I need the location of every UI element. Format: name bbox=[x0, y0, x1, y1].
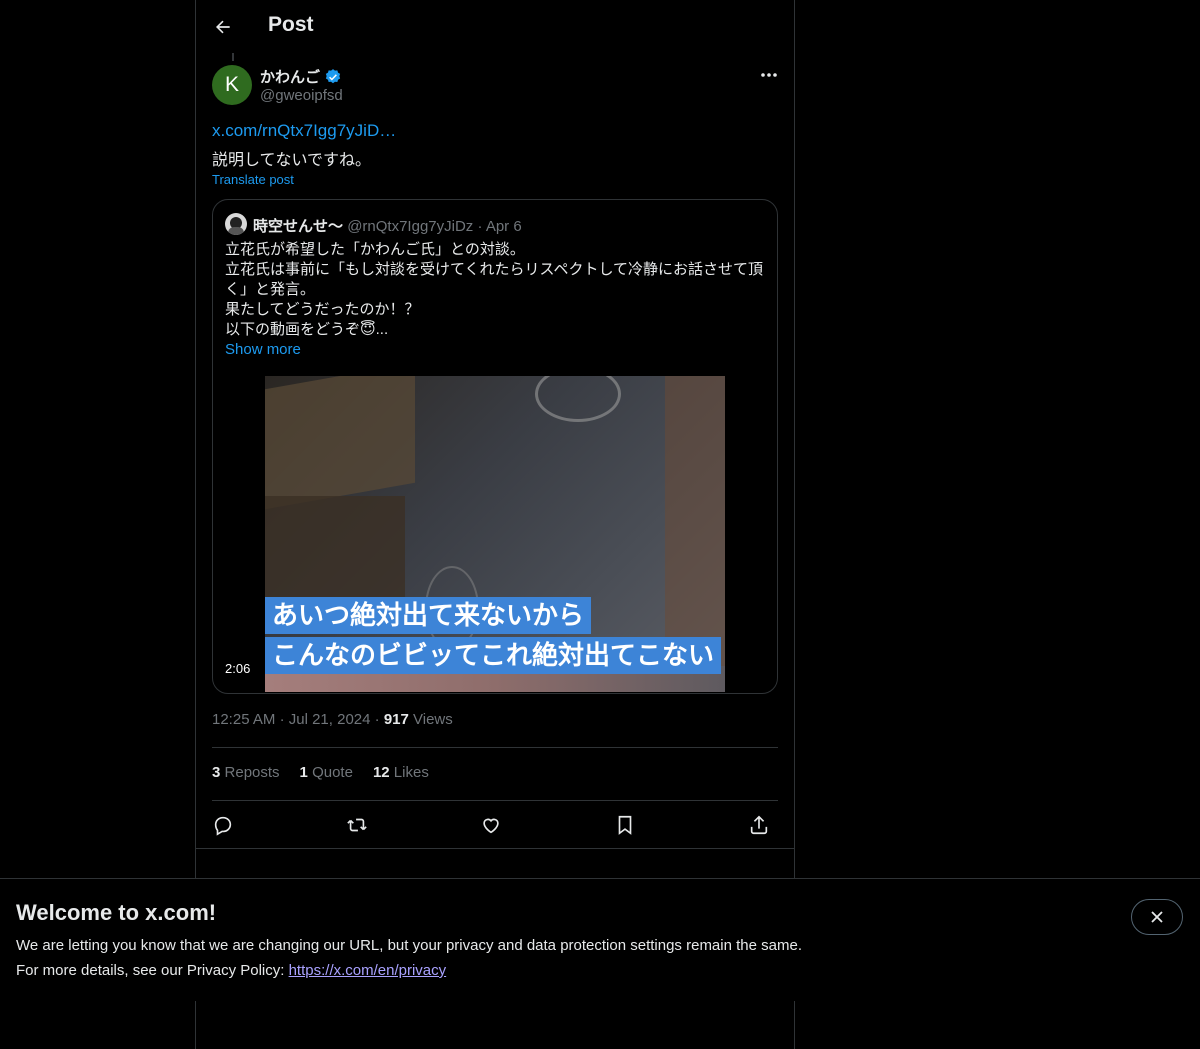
banner-text: We are letting you know that we are chan… bbox=[16, 937, 802, 954]
post-timestamp: 12:25 AM · Jul 21, 2024 · 917 Views bbox=[212, 711, 453, 728]
reposts-stat[interactable]: 3 Reposts bbox=[212, 764, 280, 781]
reply-button[interactable] bbox=[210, 812, 236, 838]
views-count: 917 bbox=[383, 711, 409, 728]
action-bar bbox=[212, 812, 778, 838]
quoted-text-line: 果たしてどうだったのか！？ bbox=[225, 301, 420, 318]
repost-icon bbox=[347, 818, 367, 832]
quoted-post-text: 立花氏が希望した「かわんご氏」との対談。 立花氏は事前に「もし対談を受けてくれた… bbox=[225, 240, 770, 340]
translate-post-link[interactable]: Translate post bbox=[212, 172, 294, 187]
video-caption-line: こんなのビビッてこれ絶対出てこない bbox=[265, 637, 722, 674]
video-player[interactable]: あいつ絶対出て来ないから こんなのビビッてこれ絶対出てこない bbox=[265, 376, 725, 692]
author-name[interactable]: かわんご bbox=[260, 66, 342, 87]
separator-dot: · bbox=[477, 218, 483, 235]
show-more-link[interactable]: Show more bbox=[225, 341, 301, 358]
divider bbox=[196, 848, 794, 849]
close-icon bbox=[1151, 911, 1163, 923]
divider bbox=[212, 747, 778, 748]
welcome-banner: Welcome to x.com! We are letting you kno… bbox=[0, 878, 1200, 1001]
more-options-button[interactable] bbox=[758, 66, 780, 84]
avatar-letter: K bbox=[224, 73, 239, 96]
quoted-post-meta: 時空せんせ〜 @rnQtx7Igg7yJiDz · Apr 6 bbox=[253, 215, 522, 236]
quoted-author-handle: @rnQtx7Igg7yJiDz bbox=[347, 218, 474, 235]
video-caption-line: あいつ絶対出て来ないから bbox=[265, 597, 592, 634]
post-time[interactable]: 12:25 AM bbox=[212, 711, 275, 728]
more-horizontal-icon bbox=[761, 73, 777, 77]
share-button[interactable] bbox=[746, 812, 772, 838]
post-date[interactable]: Jul 21, 2024 bbox=[289, 711, 371, 728]
privacy-policy-link[interactable]: https://x.com/en/privacy bbox=[289, 962, 447, 979]
author-handle[interactable]: @gweoipfsd bbox=[260, 87, 343, 104]
post-link[interactable]: x.com/rnQtx7Igg7yJiD… bbox=[212, 121, 396, 141]
views-label: Views bbox=[413, 711, 453, 728]
like-button[interactable] bbox=[478, 812, 504, 838]
arrow-left-icon bbox=[216, 20, 230, 34]
back-button[interactable] bbox=[208, 12, 238, 42]
quoted-post[interactable]: 時空せんせ〜 @rnQtx7Igg7yJiDz · Apr 6 立花氏が希望した… bbox=[212, 199, 778, 694]
thread-line bbox=[232, 53, 234, 61]
close-banner-button[interactable] bbox=[1131, 899, 1183, 935]
banner-text: For more details, see our Privacy Policy… bbox=[16, 962, 446, 979]
post-text: 説明してないですね。 bbox=[212, 152, 372, 169]
avatar[interactable]: K bbox=[212, 65, 252, 105]
video-duration: 2:06 bbox=[221, 659, 255, 678]
bookmark-button[interactable] bbox=[612, 812, 638, 838]
author-name-text: かわんご bbox=[260, 69, 321, 86]
page-title: Post bbox=[268, 13, 314, 36]
quoted-author-name: 時空せんせ〜 bbox=[253, 218, 344, 235]
bookmark-icon bbox=[618, 815, 632, 835]
likes-stat[interactable]: 12 Likes bbox=[373, 764, 429, 781]
quoted-avatar bbox=[225, 213, 247, 235]
like-icon bbox=[483, 818, 499, 834]
divider bbox=[212, 800, 778, 801]
verified-badge-icon bbox=[325, 68, 341, 83]
reply-icon bbox=[214, 816, 232, 836]
page-header: Post bbox=[196, 0, 794, 53]
repost-button[interactable] bbox=[344, 812, 370, 838]
quotes-stat[interactable]: 1 Quote bbox=[300, 764, 353, 781]
quoted-text-line: く」と発言。 bbox=[225, 281, 316, 298]
engagement-stats: 3 Reposts 1 Quote 12 Likes bbox=[212, 764, 429, 781]
share-icon bbox=[750, 815, 768, 835]
banner-title: Welcome to x.com! bbox=[16, 900, 217, 925]
quoted-text-line: 立花氏が希望した「かわんご氏」との対談。 bbox=[225, 241, 525, 258]
quoted-text-line: 以下の動画をどうぞ😇... bbox=[225, 321, 389, 338]
quoted-post-date: Apr 6 bbox=[485, 218, 522, 235]
banner-text-prefix: For more details, see our Privacy Policy… bbox=[16, 962, 289, 979]
quoted-text-line: 立花氏は事前に「もし対談を受けてくれたらリスペクトして冷静にお話させて頂 bbox=[225, 261, 764, 278]
